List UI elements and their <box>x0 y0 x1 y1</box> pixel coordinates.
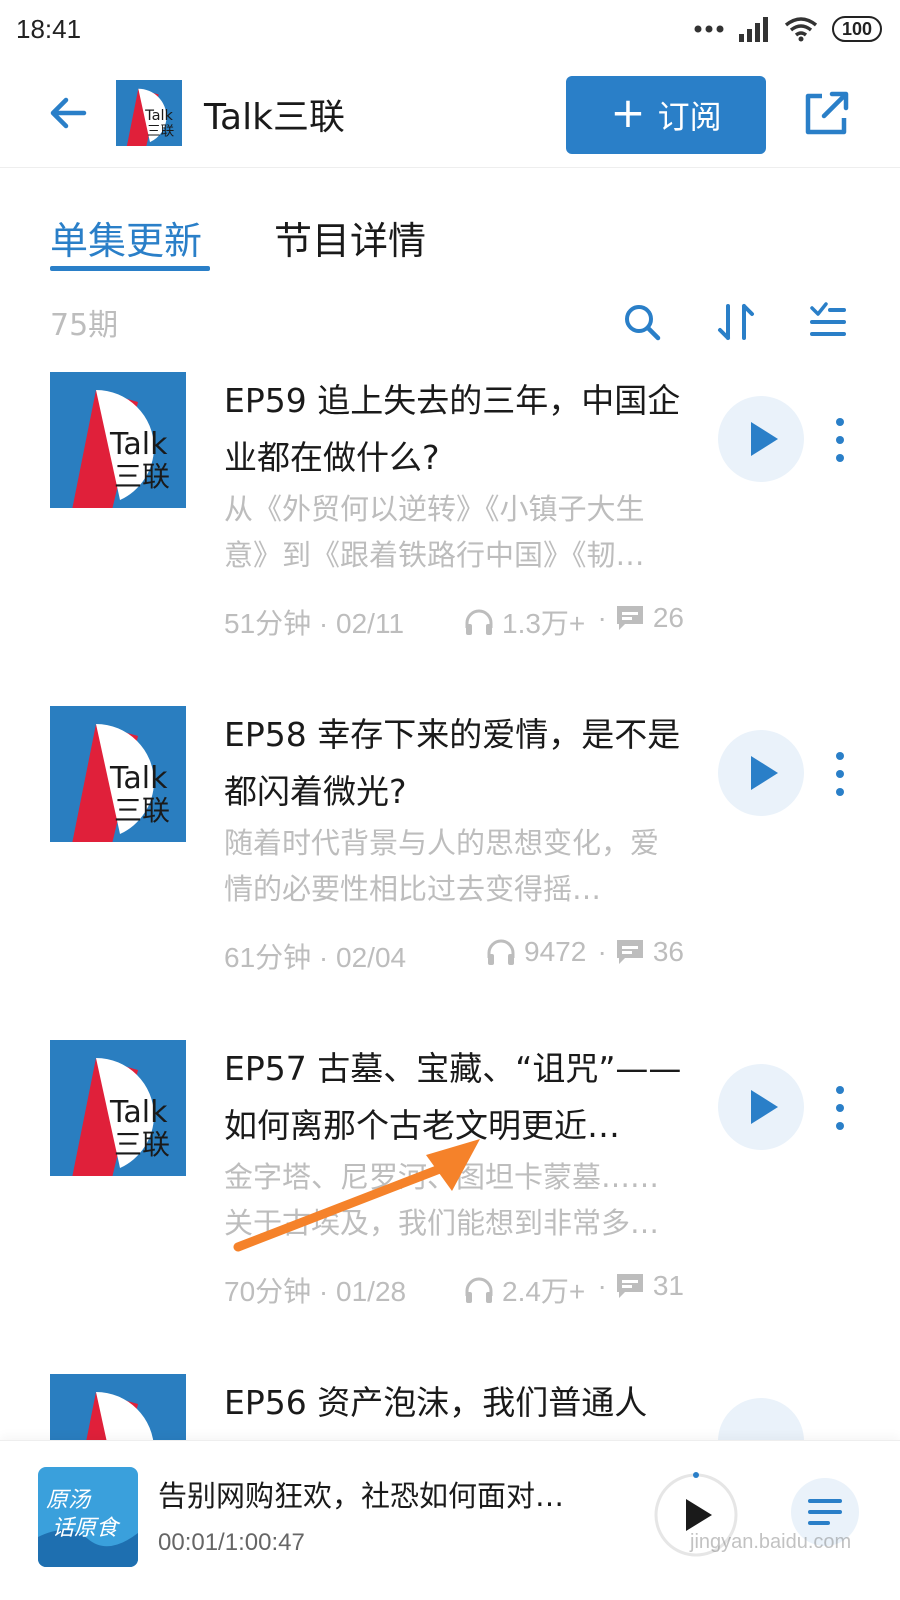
logo-text-talk: Talk <box>144 107 173 124</box>
episode-description: 随着时代背景与人的思想变化，爱情的必要性相比过去变得摇… <box>224 826 660 906</box>
tab-details[interactable]: 节目详情 <box>274 210 426 265</box>
episode-plays: 2.4万+ <box>464 1270 585 1310</box>
episode-toolbar: 75期 <box>0 296 900 352</box>
play-icon <box>751 1090 778 1124</box>
episode-title[interactable]: EP58 幸存下来的爱情，是不是都闪着微光? <box>224 706 694 820</box>
wifi-icon <box>784 17 818 42</box>
play-icon <box>751 422 778 456</box>
play-button[interactable] <box>718 1064 804 1150</box>
episode-meta: 51分钟 · 02/11 1.3万+ · 26 <box>224 602 694 642</box>
more-options-icon[interactable] <box>830 416 850 464</box>
cover-text-talk: Talk <box>109 427 168 462</box>
episode-duration-date: 51分钟 · 02/11 <box>224 608 405 639</box>
cover-text-talk: Talk <box>109 761 168 796</box>
headphones-icon <box>487 939 515 965</box>
episode-item[interactable]: EP56 资产泡沫，我们普通人 <box>0 1374 900 1440</box>
episode-count: 75期 <box>50 308 119 343</box>
headphones-icon <box>465 1277 493 1303</box>
episode-plays: 9472 <box>486 936 586 968</box>
cover-text-sanlian: 三联 <box>114 794 170 827</box>
cover-text-sanlian: 三联 <box>114 460 170 493</box>
back-arrow-icon[interactable] <box>44 88 94 138</box>
tab-bar: 单集更新 节目详情 <box>0 200 900 280</box>
multi-select-icon[interactable] <box>806 300 850 344</box>
battery-indicator: 100 <box>831 16 882 42</box>
more-options-icon[interactable] <box>830 1084 850 1132</box>
plays-count: 1.3万+ <box>502 608 586 639</box>
comment-icon <box>616 940 643 964</box>
cover-text-2: 话原食 <box>52 1516 121 1541</box>
episode-item[interactable]: Talk 三联 EP59 追上失去的三年，中国企业都在做什么? 从《外贸何以逆转… <box>0 372 900 702</box>
episode-duration-date: 61分钟 · 02/04 <box>224 942 407 973</box>
header: Talk 三联 Talk三联 + 订阅 <box>0 66 900 168</box>
now-playing-time: 00:01/1:00:47 <box>158 1529 305 1556</box>
subscribe-button[interactable]: + 订阅 <box>566 76 766 154</box>
comment-icon <box>616 606 643 630</box>
now-playing-cover: 原汤 话原食 <box>38 1467 138 1567</box>
episode-title[interactable]: EP59 追上失去的三年，中国企业都在做什么? <box>224 372 694 486</box>
tab-active-indicator <box>50 266 210 271</box>
now-playing-title[interactable]: 告别网购狂欢，社恐如何面对… <box>158 1473 608 1515</box>
episode-description: 金字塔、尼罗河、图坦卡蒙墓……关于古埃及，我们能想到非常多… <box>224 1160 660 1240</box>
plays-count: 9472 <box>524 936 587 967</box>
mini-player[interactable]: 原汤 话原食 告别网购狂欢，社恐如何面对… 00:01/1:00:47 jing… <box>0 1440 900 1600</box>
episode-meta: 61分钟 · 02/04 9472 · 36 <box>224 936 694 976</box>
play-button[interactable] <box>718 1398 804 1440</box>
plays-count: 2.4万+ <box>502 1276 586 1307</box>
comments-count: 26 <box>652 602 684 633</box>
episode-cover: Talk 三联 <box>50 372 186 508</box>
headphones-icon <box>465 609 493 635</box>
episode-cover: Talk 三联 <box>50 706 186 842</box>
episode-cover: Talk 三联 <box>50 1040 186 1176</box>
tab-episodes[interactable]: 单集更新 <box>50 210 202 265</box>
logo-text-sanlian: 三联 <box>147 123 175 139</box>
search-icon[interactable] <box>620 300 664 344</box>
play-icon <box>751 756 778 790</box>
comments-count: 31 <box>652 1270 684 1301</box>
episode-item[interactable]: Talk 三联 EP57 古墓、宝藏、“诅咒”——如何离那个古老文明更近… 金字… <box>0 1040 900 1370</box>
status-time: 18:41 <box>16 14 82 44</box>
page-title: Talk三联 <box>204 97 345 138</box>
comments-count: 36 <box>652 936 684 967</box>
play-button[interactable] <box>718 730 804 816</box>
episode-comments: · 26 <box>597 602 684 633</box>
cover-text-talk: Talk <box>109 1095 168 1130</box>
plus-icon: + <box>610 88 646 137</box>
episode-title[interactable]: EP56 资产泡沫，我们普通人 <box>224 1374 694 1431</box>
podcast-logo: Talk 三联 <box>116 80 182 146</box>
watermark: jingyan.baidu.com <box>690 1531 852 1553</box>
cover-text-sanlian: 三联 <box>114 1128 170 1161</box>
episode-meta: 70分钟 · 01/28 2.4万+ · 31 <box>224 1270 694 1310</box>
subscribe-label: 订阅 <box>657 98 722 136</box>
more-dots-icon <box>694 25 724 33</box>
more-options-icon[interactable] <box>830 750 850 798</box>
share-icon[interactable] <box>800 86 854 140</box>
status-icons: 100 <box>694 16 882 42</box>
cover-text-1: 原汤 <box>46 1488 92 1513</box>
episode-title[interactable]: EP57 古墓、宝藏、“诅咒”——如何离那个古老文明更近… <box>224 1040 694 1154</box>
episode-comments: · 31 <box>597 1270 684 1301</box>
episode-item[interactable]: Talk 三联 EP58 幸存下来的爱情，是不是都闪着微光? 随着时代背景与人的… <box>0 706 900 1036</box>
episode-plays: 1.3万+ <box>464 602 585 642</box>
episode-description: 从《外贸何以逆转》《小镇子大生意》到《跟着铁路行中国》《韧… <box>224 492 645 572</box>
play-button[interactable] <box>718 396 804 482</box>
episode-duration-date: 70分钟 · 01/28 <box>224 1276 407 1307</box>
sort-icon[interactable] <box>714 300 758 344</box>
signal-icon <box>738 17 768 42</box>
comment-icon <box>616 1274 643 1298</box>
episode-cover <box>50 1374 186 1440</box>
status-bar: 18:41 100 <box>0 0 900 60</box>
episode-comments: · 36 <box>597 936 684 967</box>
